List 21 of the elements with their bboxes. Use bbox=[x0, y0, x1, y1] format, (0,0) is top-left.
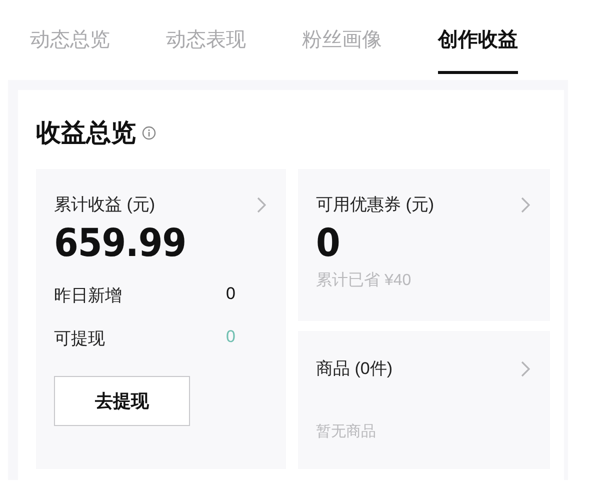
tab[interactable]: 创作收益 bbox=[438, 22, 518, 74]
stat-label: 昨日新增 bbox=[54, 285, 123, 307]
withdraw-button[interactable]: 去提现 bbox=[54, 376, 190, 426]
products-panel[interactable]: 商品 (0件) 暂无商品 bbox=[298, 331, 550, 469]
chevron-right-icon bbox=[521, 360, 530, 376]
coupon-amount: 0 bbox=[316, 222, 341, 266]
coupon-panel[interactable]: 可用优惠券 (元) 0 累计已省 ¥40 bbox=[298, 169, 550, 321]
earnings-panel[interactable]: 累计收益 (元) 659.99 昨日新增 0 可提现 0 去提现 bbox=[36, 169, 286, 469]
chevron-right-icon bbox=[521, 196, 530, 212]
panel-label: 累计收益 (元) bbox=[54, 194, 156, 216]
empty-message: 暂无商品 bbox=[316, 422, 377, 441]
section-title: 收益总览 bbox=[36, 118, 136, 149]
stat-label: 可提现 bbox=[54, 328, 106, 350]
panel-label: 可用优惠券 (元) bbox=[316, 194, 434, 216]
savings-note: 累计已省 ¥40 bbox=[316, 270, 412, 291]
total-amount: 659.99 bbox=[54, 222, 188, 266]
info-icon[interactable] bbox=[142, 126, 156, 140]
stat-value: 0 bbox=[226, 327, 236, 348]
panel-label: 商品 (0件) bbox=[316, 358, 392, 380]
chevron-right-icon bbox=[257, 196, 266, 212]
stat-value: 0 bbox=[226, 284, 236, 305]
